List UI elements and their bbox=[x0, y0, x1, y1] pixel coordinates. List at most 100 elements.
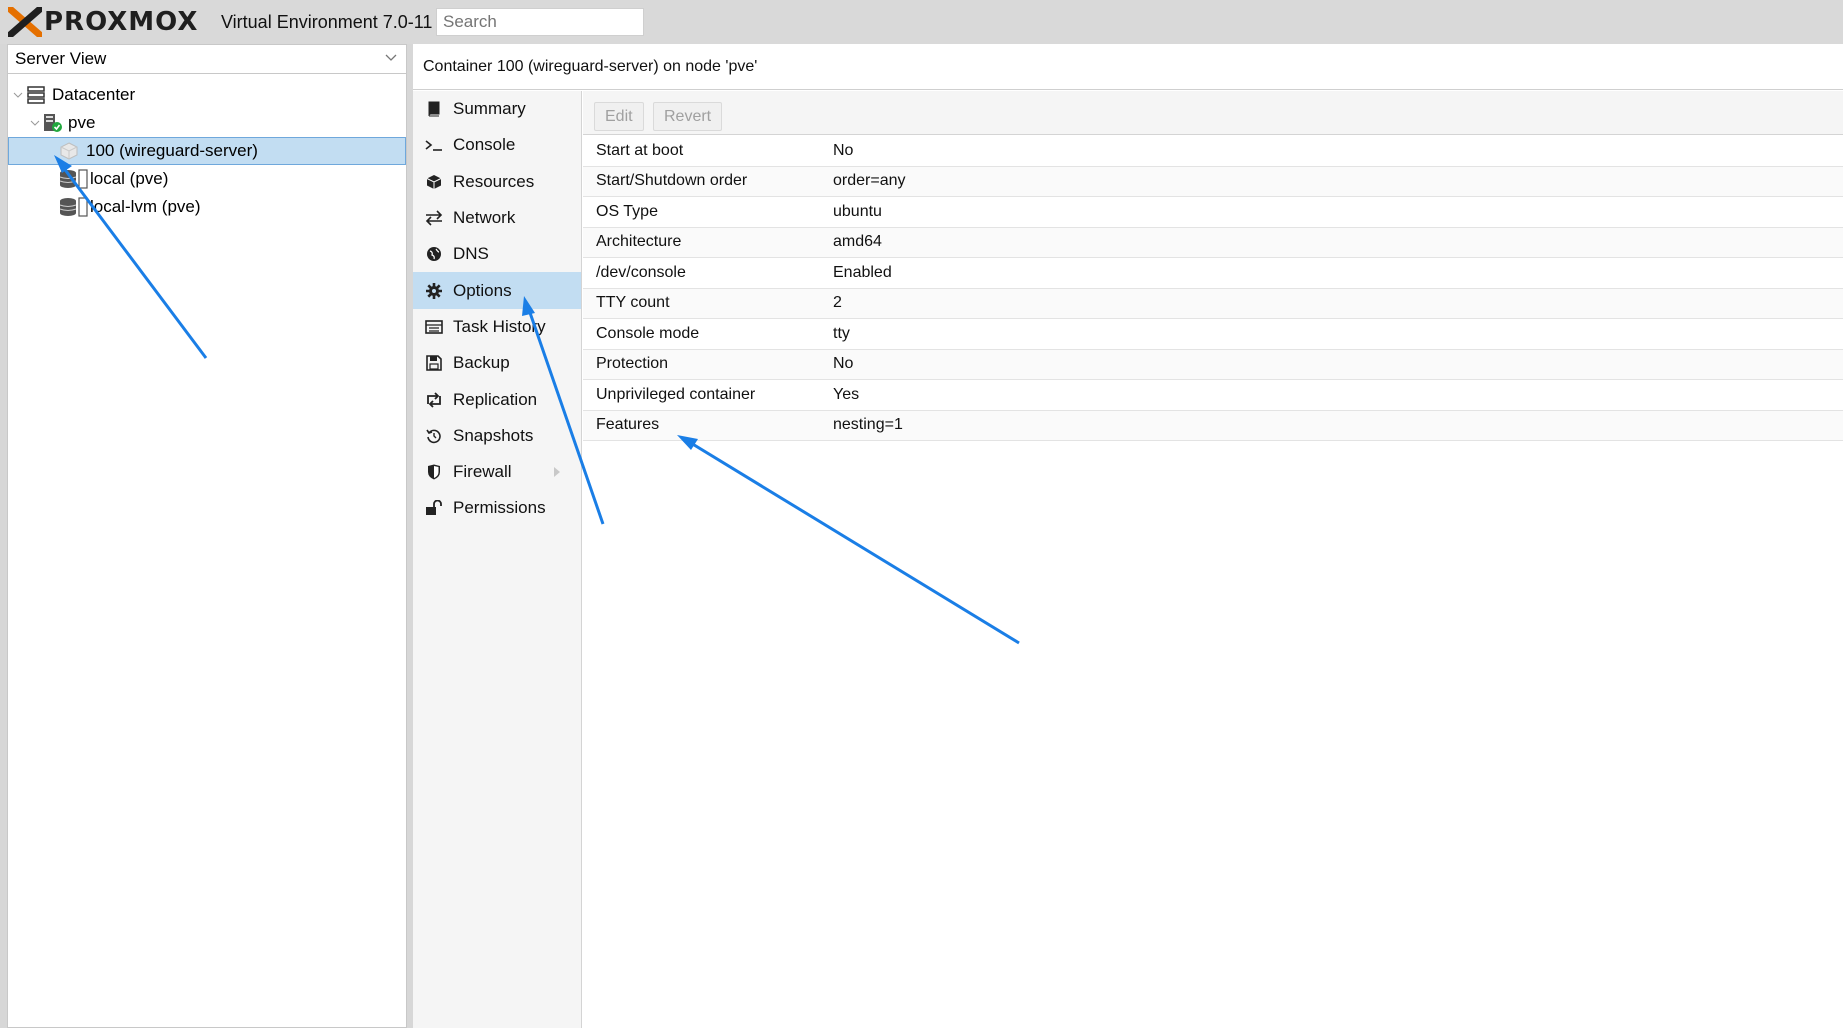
nav-item-label: Backup bbox=[453, 353, 510, 373]
options-row[interactable]: Start at boot No bbox=[583, 136, 1843, 167]
nav-item-firewall[interactable]: Firewall bbox=[413, 454, 581, 490]
option-value: Enabled bbox=[833, 263, 892, 281]
edit-button[interactable]: Edit bbox=[594, 102, 644, 131]
collapse-icon[interactable] bbox=[13, 90, 23, 100]
options-grid: Start at boot No Start/Shutdown order or… bbox=[583, 136, 1843, 441]
tree-item-label: local-lvm (pve) bbox=[90, 197, 201, 216]
gear-icon bbox=[425, 282, 443, 300]
options-row[interactable]: Features nesting=1 bbox=[583, 410, 1843, 441]
tree-item-container-100[interactable]: 100 (wireguard-server) bbox=[8, 137, 406, 165]
option-value: nesting=1 bbox=[833, 416, 903, 434]
option-key: Features bbox=[596, 416, 660, 434]
option-value: order=any bbox=[833, 172, 906, 190]
proxmox-x-icon bbox=[8, 7, 42, 37]
nav-item-dns[interactable]: DNS bbox=[413, 236, 581, 272]
nav-item-label: Network bbox=[453, 208, 516, 228]
options-row[interactable]: Protection No bbox=[583, 349, 1843, 380]
globe-icon bbox=[425, 245, 443, 263]
nav-item-label: Console bbox=[453, 135, 516, 155]
option-value: amd64 bbox=[833, 233, 882, 251]
option-key: Start/Shutdown order bbox=[596, 172, 748, 190]
list-icon bbox=[425, 318, 443, 336]
nav-item-permissions[interactable]: Permissions bbox=[413, 490, 581, 526]
tree-item-storage-local-lvm[interactable]: local-lvm (pve) bbox=[8, 193, 406, 221]
cube-icon bbox=[425, 173, 443, 191]
content-area: Container 100 (wireguard-server) on node… bbox=[413, 44, 1843, 1028]
tree-item-storage-local[interactable]: local (pve) bbox=[8, 165, 406, 193]
nav-item-task-history[interactable]: Task History bbox=[413, 309, 581, 345]
nav-item-label: Firewall bbox=[453, 462, 512, 482]
unlock-icon bbox=[425, 499, 443, 517]
collapse-icon[interactable] bbox=[30, 118, 40, 128]
tree-item-label: Datacenter bbox=[52, 85, 136, 104]
version-label: Virtual Environment 7.0-11 bbox=[221, 12, 433, 32]
tree-item-label: local (pve) bbox=[90, 169, 169, 188]
nav-item-label: Task History bbox=[453, 316, 546, 336]
nav-item-network[interactable]: Network bbox=[413, 200, 581, 236]
storage-icon bbox=[59, 169, 88, 189]
option-key: OS Type bbox=[596, 202, 658, 220]
options-row[interactable]: Unprivileged container Yes bbox=[583, 380, 1843, 411]
view-selector-value: Server View bbox=[15, 49, 107, 68]
option-value: No bbox=[833, 355, 854, 373]
top-bar: PROXMOX Virtual Environment 7.0-11 bbox=[0, 0, 1843, 44]
nav-item-label: Snapshots bbox=[453, 425, 534, 445]
container-icon bbox=[60, 142, 78, 160]
nav-item-label: Summary bbox=[453, 99, 526, 119]
options-row[interactable]: Architecture amd64 bbox=[583, 227, 1843, 258]
option-key: Console mode bbox=[596, 324, 700, 342]
option-key: /dev/console bbox=[596, 263, 686, 281]
terminal-icon bbox=[425, 136, 443, 154]
options-row[interactable]: Console mode tty bbox=[583, 319, 1843, 350]
option-value: Yes bbox=[833, 385, 860, 403]
history-icon bbox=[425, 427, 443, 445]
nav-item-console[interactable]: Console bbox=[413, 127, 581, 163]
options-row[interactable]: OS Type ubuntu bbox=[583, 197, 1843, 228]
shield-icon bbox=[425, 463, 443, 481]
option-value: 2 bbox=[833, 294, 842, 312]
options-toolbar: Edit Revert bbox=[583, 91, 1843, 135]
brand-name: PROXMOX bbox=[44, 7, 199, 37]
nav-item-summary[interactable]: Summary bbox=[413, 91, 581, 127]
options-row[interactable]: /dev/console Enabled bbox=[583, 258, 1843, 289]
submenu-arrow-icon[interactable] bbox=[553, 467, 561, 478]
nav-item-label: Replication bbox=[453, 389, 538, 409]
storage-icon bbox=[59, 197, 88, 217]
tree-item-label: pve bbox=[68, 113, 96, 132]
node-online-icon bbox=[44, 114, 62, 132]
nav-item-snapshots[interactable]: Snapshots bbox=[413, 418, 581, 454]
content-title: Container 100 (wireguard-server) on node… bbox=[413, 44, 1843, 90]
option-key: Protection bbox=[596, 355, 669, 373]
nav-item-label: Options bbox=[453, 280, 512, 300]
datacenter-icon bbox=[27, 86, 45, 104]
option-value: tty bbox=[833, 324, 850, 342]
floppy-icon bbox=[425, 354, 443, 372]
options-row[interactable]: TTY count 2 bbox=[583, 288, 1843, 319]
chevron-down-icon[interactable] bbox=[385, 52, 397, 64]
option-value: No bbox=[833, 141, 854, 159]
book-icon bbox=[425, 100, 443, 118]
nav-item-replication[interactable]: Replication bbox=[413, 381, 581, 417]
nav-item-label: Permissions bbox=[453, 498, 546, 518]
nav-item-options[interactable]: Options bbox=[413, 272, 581, 309]
options-row[interactable]: Start/Shutdown order order=any bbox=[583, 166, 1843, 197]
option-key: Start at boot bbox=[596, 141, 684, 159]
nav-item-label: Resources bbox=[453, 171, 535, 191]
resource-tree-panel: Server View Datacenter pve 100 (wireguar… bbox=[7, 44, 407, 1028]
retweet-icon bbox=[425, 391, 443, 409]
tree-item-label: 100 (wireguard-server) bbox=[86, 141, 258, 160]
resource-tree: Datacenter pve 100 (wireguard-server) lo… bbox=[8, 81, 406, 221]
option-key: Architecture bbox=[596, 233, 682, 251]
proxmox-logo[interactable]: PROXMOX bbox=[8, 7, 198, 37]
tree-item-node-pve[interactable]: pve bbox=[8, 109, 406, 137]
options-panel: Edit Revert Start at boot No Start/Shutd… bbox=[583, 91, 1843, 1028]
option-key: Unprivileged container bbox=[596, 385, 756, 403]
nav-item-resources[interactable]: Resources bbox=[413, 164, 581, 200]
search-input[interactable] bbox=[436, 8, 644, 36]
nav-item-backup[interactable]: Backup bbox=[413, 345, 581, 381]
container-nav-menu: Summary Console Resources Network DNS Op… bbox=[413, 91, 582, 1028]
nav-item-label: DNS bbox=[453, 244, 489, 264]
revert-button[interactable]: Revert bbox=[653, 102, 723, 131]
view-selector[interactable]: Server View bbox=[8, 45, 406, 74]
tree-item-datacenter[interactable]: Datacenter bbox=[8, 81, 406, 109]
